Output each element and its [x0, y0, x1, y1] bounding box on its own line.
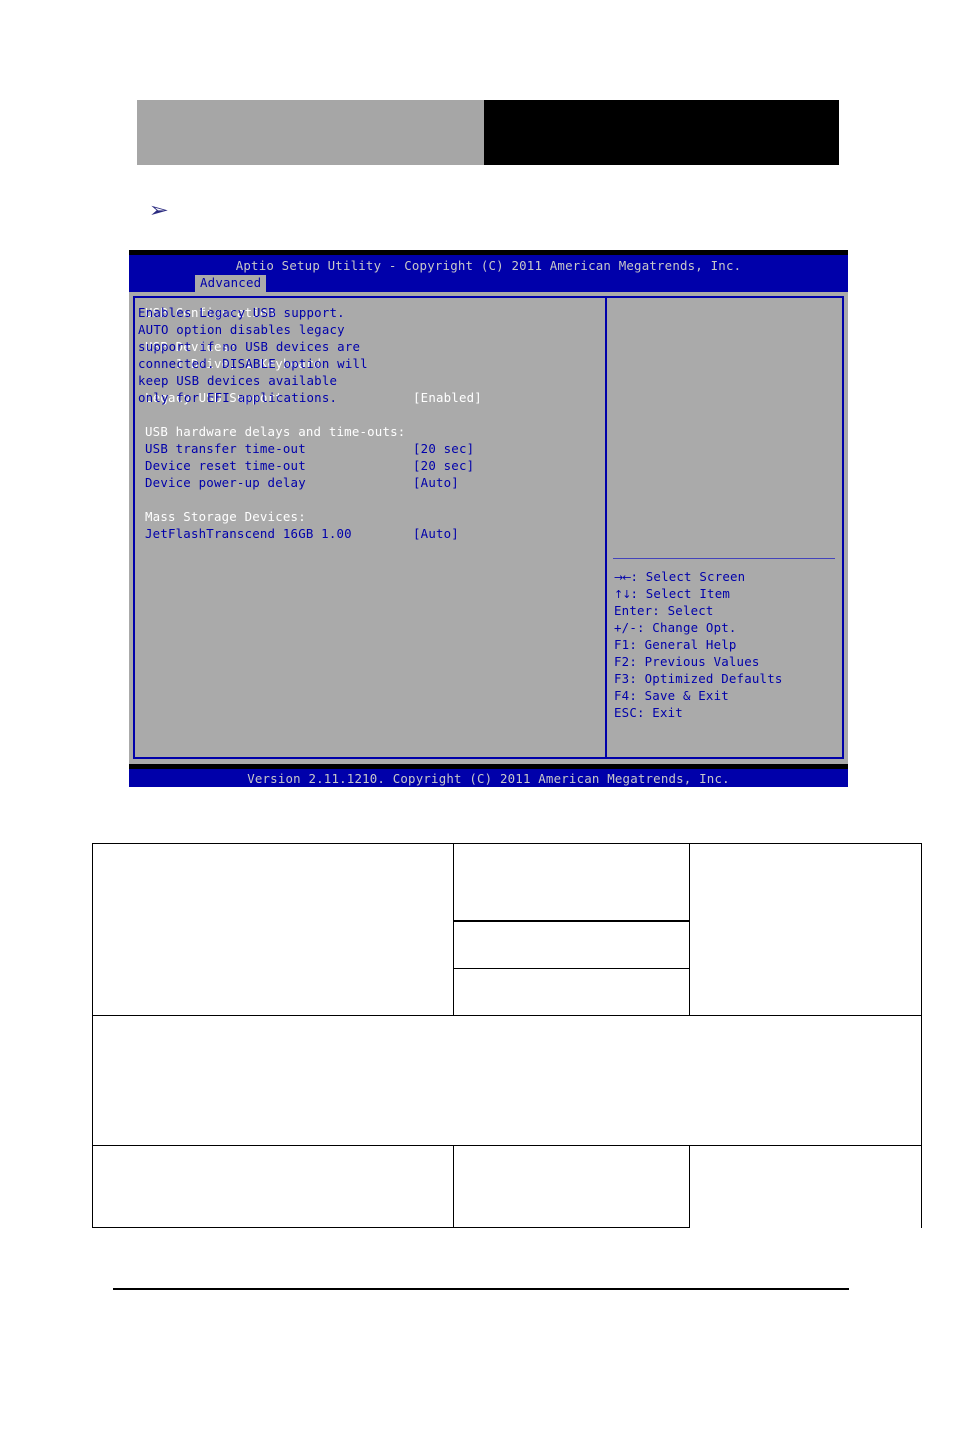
setting-row-spacer	[145, 406, 595, 423]
setting-label: USB hardware delays and time-outs:	[145, 424, 406, 439]
key-legend-enter-select: Enter: Select	[614, 602, 840, 619]
bullet-row: ➢	[148, 196, 850, 224]
bios-key-legend: →←: Select Screen ↑↓: Select Item Enter:…	[614, 568, 840, 721]
key-legend-select-item: ↑↓: Select Item	[614, 585, 840, 602]
setting-row-usb-transfer-timeout[interactable]: USB transfer time-out [20 sec]	[145, 440, 595, 457]
bios-help-text: Enables Legacy USB support. AUTO option …	[138, 304, 368, 406]
table-row	[92, 843, 922, 1016]
bios-body: USB Configuration USB Devices: 1 Drive, …	[129, 292, 848, 764]
setting-section-header: Mass Storage Devices:	[145, 508, 595, 525]
spec-table	[92, 843, 922, 1228]
key-legend-label: F1: General Help	[614, 637, 737, 652]
key-legend-esc-exit: ESC: Exit	[614, 704, 840, 721]
key-legend-label: F3: Optimized Defaults	[614, 671, 783, 686]
table-cell	[92, 1015, 922, 1146]
tab-advanced[interactable]: Advanced	[195, 275, 267, 292]
setting-label: JetFlashTranscend 16GB 1.00	[145, 526, 352, 541]
help-line: connected. DISABLE option will	[138, 356, 368, 371]
setting-section-header: USB hardware delays and time-outs:	[145, 423, 595, 440]
key-legend-label: F4: Save & Exit	[614, 688, 729, 703]
setting-row-spacer	[145, 491, 595, 508]
header-block-black	[484, 100, 839, 165]
bottom-horizontal-rule	[113, 1288, 849, 1290]
key-legend-f1-general-help: F1: General Help	[614, 636, 840, 653]
help-line: keep USB devices available	[138, 373, 338, 388]
setting-value[interactable]: [Auto]	[413, 474, 459, 491]
table-cell	[453, 920, 690, 969]
key-legend-change-opt: +/-: Change Opt.	[614, 619, 840, 636]
table-cell	[453, 968, 690, 1016]
key-legend-f2-previous-values: F2: Previous Values	[614, 653, 840, 670]
help-line: only for EFI applications.	[138, 390, 338, 405]
setting-value[interactable]: [Auto]	[413, 525, 459, 542]
key-legend-label: Enter: Select	[614, 603, 714, 618]
table-row	[92, 1145, 922, 1228]
bios-footer-bar: Version 2.11.1210. Copyright (C) 2011 Am…	[129, 769, 848, 787]
help-separator-divider	[613, 558, 835, 559]
setting-value[interactable]: [20 sec]	[413, 440, 474, 457]
setting-value[interactable]: [20 sec]	[413, 457, 474, 474]
setting-value[interactable]: [Enabled]	[413, 389, 482, 406]
arrow-bullet-icon: ➢	[148, 197, 169, 222]
key-legend-f4-save-exit: F4: Save & Exit	[614, 687, 840, 704]
key-legend-label: : Select Item	[630, 586, 731, 601]
key-legend-label: +/-: Change Opt.	[614, 620, 737, 635]
setting-label: Device power-up delay	[145, 475, 306, 490]
table-cell	[689, 1145, 922, 1228]
help-line: support if no USB devices are	[138, 339, 361, 354]
table-cell	[689, 843, 922, 1016]
header-block-gray	[137, 100, 484, 165]
setting-label: USB transfer time-out	[145, 441, 306, 456]
table-cell	[92, 1145, 454, 1228]
bios-title-bar: Aptio Setup Utility - Copyright (C) 2011…	[129, 255, 848, 292]
setting-row-mass-storage-device[interactable]: JetFlashTranscend 16GB 1.00 [Auto]	[145, 525, 595, 542]
setting-label: Mass Storage Devices:	[145, 509, 306, 524]
help-line: Enables Legacy USB support.	[138, 305, 345, 320]
table-cell	[453, 843, 690, 922]
left-right-arrow-icon: →←	[614, 571, 631, 584]
setting-row-device-reset-timeout[interactable]: Device reset time-out [20 sec]	[145, 457, 595, 474]
key-legend-label: : Select Screen	[630, 569, 746, 584]
key-legend-f3-optimized-defaults: F3: Optimized Defaults	[614, 670, 840, 687]
header-banner	[137, 100, 839, 165]
up-down-arrow-icon: ↑↓	[614, 588, 631, 601]
key-legend-label: F2: Previous Values	[614, 654, 760, 669]
setting-row-device-power-up-delay[interactable]: Device power-up delay [Auto]	[145, 474, 595, 491]
table-row	[92, 1015, 922, 1146]
table-cell	[92, 843, 454, 1016]
key-legend-label: ESC: Exit	[614, 705, 683, 720]
bios-version-text: Version 2.11.1210. Copyright (C) 2011 Am…	[247, 771, 730, 786]
key-legend-select-screen: →←: Select Screen	[614, 568, 840, 585]
help-line: AUTO option disables legacy	[138, 322, 345, 337]
bios-title-text: Aptio Setup Utility - Copyright (C) 2011…	[235, 258, 742, 273]
setting-label: Device reset time-out	[145, 458, 306, 473]
table-cell	[453, 1145, 690, 1228]
bios-setup-screen: Aptio Setup Utility - Copyright (C) 2011…	[129, 250, 848, 787]
